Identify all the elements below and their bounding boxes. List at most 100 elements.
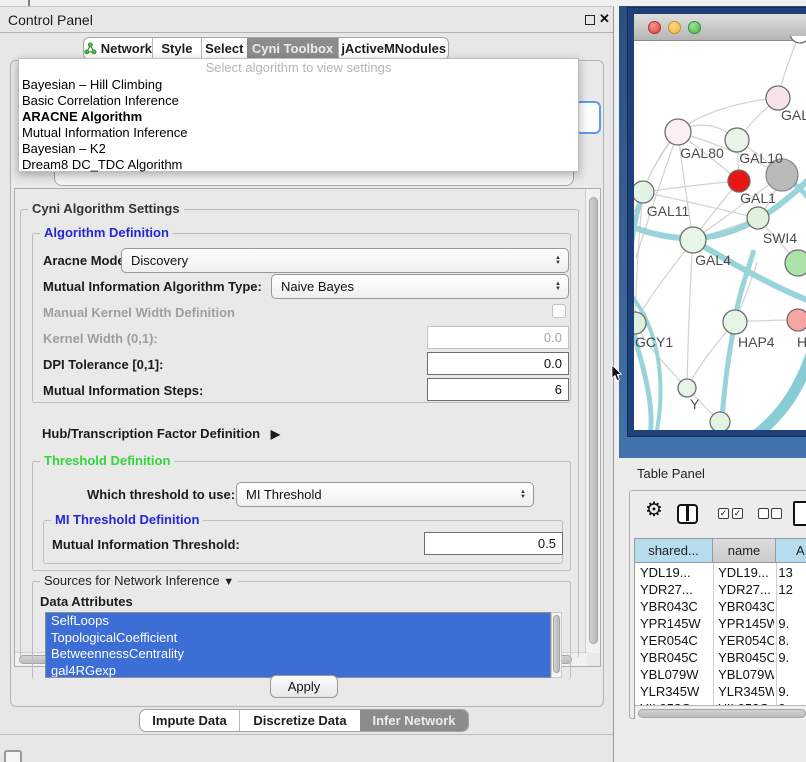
settings-scrollpane: Cyni Algorithm Settings Algorithm Defini… <box>14 188 601 667</box>
control-panel: Control Panel ✕ Network Style Select Cyn… <box>0 6 614 762</box>
scrollbar-thumb[interactable] <box>638 709 806 718</box>
algorithm-option[interactable]: Bayesian – K2 <box>19 141 578 157</box>
algorithm-option[interactable]: Basic Correlation Inference <box>19 93 578 109</box>
tab-jactivemnodules[interactable]: jActiveMNodules <box>338 38 448 59</box>
network-node[interactable] <box>678 379 696 397</box>
which-threshold-combo[interactable]: MI Threshold ▲▼ <box>236 482 534 507</box>
collapse-arrow-icon[interactable]: ▼ <box>223 576 234 588</box>
mi-threshold-label: Mutual Information Threshold: <box>52 537 240 552</box>
algorithm-option-selected[interactable]: ARACNE Algorithm <box>19 109 578 125</box>
table-row[interactable]: YDR27...YDR27...12 <box>635 581 806 598</box>
network-node[interactable] <box>728 170 750 192</box>
algorithm-option[interactable]: Dream8 DC_TDC Algorithm <box>19 157 578 173</box>
mi-threshold-field[interactable]: 0.5 <box>424 532 563 555</box>
minimize-window-button[interactable] <box>668 21 681 34</box>
tab-discretize-data[interactable]: Discretize Data <box>239 710 360 731</box>
control-panel-titlebar: Control Panel ✕ <box>0 7 613 33</box>
table-row[interactable]: YDL19...YDL19...13 <box>635 564 806 581</box>
node-label: Y <box>690 396 700 412</box>
combo-value: Naive Bayes <box>281 279 354 294</box>
zoom-window-button[interactable] <box>688 21 701 34</box>
tab-network[interactable]: Network <box>84 38 152 59</box>
kernel-width-label: Kernel Width (0,1): <box>43 331 158 346</box>
mi-steps-field[interactable]: 6 <box>427 378 569 401</box>
sources-group: Sources for Network Inference ▼ Data Att… <box>32 581 571 680</box>
threshold-definition-group: Threshold Definition Which threshold to … <box>32 461 571 571</box>
expand-arrow-icon[interactable]: ▶ <box>271 427 280 441</box>
select-all-icon-2[interactable]: ✓ <box>732 508 743 519</box>
network-node[interactable] <box>725 128 749 152</box>
table-row[interactable]: YBR043CYBR043C <box>635 598 806 615</box>
network-node[interactable] <box>710 412 730 430</box>
table-horizontal-scrollbar[interactable] <box>635 705 806 719</box>
column-header-shared[interactable]: shared... <box>635 539 713 563</box>
aracne-mode-combo[interactable]: Discovery ▲▼ <box>121 248 569 273</box>
column-header-a[interactable]: A <box>776 539 806 563</box>
table-row[interactable]: YER054CYER054C8. <box>635 632 806 649</box>
settings-vertical-scrollbar[interactable] <box>585 189 600 653</box>
network-canvas[interactable]: GAL80 GAL10 GAL11 GAL1 SWI4 GAL4 GCY1 HA… <box>634 36 806 430</box>
table-rows: YDL19...YDL19...13 YDR27...YDR27...12 YB… <box>635 564 806 710</box>
hub-definition-toggle[interactable]: Hub/Transcription Factor Definition ▶ <box>42 426 280 441</box>
close-window-button[interactable] <box>648 21 661 34</box>
deselect-all-icon-2[interactable] <box>771 508 782 519</box>
table-row[interactable]: YLR345WYLR345W9. <box>635 683 806 700</box>
algorithm-definition-group: Algorithm Definition Aracne Mode: Discov… <box>32 233 571 403</box>
node-label: HAP2 <box>797 334 806 350</box>
column-header-name[interactable]: name <box>713 539 776 563</box>
panel-bottom-divider <box>0 734 613 735</box>
combo-value: MI Threshold <box>246 487 322 502</box>
node-label: GCY1 <box>635 334 673 350</box>
list-vertical-scrollbar[interactable] <box>551 612 562 678</box>
manual-kernel-checkbox[interactable] <box>552 304 566 318</box>
mi-type-combo[interactable]: Naive Bayes ▲▼ <box>271 274 569 299</box>
close-icon[interactable]: ✕ <box>599 11 610 27</box>
columns-icon[interactable] <box>677 504 698 524</box>
deselect-all-icon[interactable] <box>758 508 769 519</box>
tab-impute-data[interactable]: Impute Data <box>140 710 239 731</box>
list-item[interactable]: TopologicalCoefficient <box>46 630 550 647</box>
tab-label: Discretize Data <box>253 713 346 728</box>
network-node[interactable] <box>785 250 806 276</box>
tab-cyni-toolbox[interactable]: Cyni Toolbox <box>247 38 339 59</box>
network-node[interactable] <box>723 310 747 334</box>
float-icon[interactable] <box>585 15 595 25</box>
document-icon[interactable] <box>793 501 806 526</box>
data-attributes-label: Data Attributes <box>40 594 133 609</box>
algorithm-option[interactable]: Bayesian – Hill Climbing <box>19 77 578 93</box>
node-table: shared... name A YDL19...YDL19...13 YDR2… <box>634 538 806 719</box>
table-row[interactable]: YBL079WYBL079W <box>635 666 806 683</box>
node-label: GAL <box>781 107 806 123</box>
data-attributes-list[interactable]: SelfLoops TopologicalCoefficient Between… <box>45 612 551 678</box>
apply-button[interactable]: Apply <box>270 675 338 698</box>
node-label: GAL80 <box>680 145 724 161</box>
network-node[interactable] <box>787 309 806 331</box>
table-row[interactable]: YBR045CYBR045C9. <box>635 649 806 666</box>
scrollbar-thumb[interactable] <box>589 197 598 644</box>
gear-icon[interactable]: ⚙ <box>645 500 663 520</box>
scrollbar-thumb[interactable] <box>553 615 560 673</box>
list-item[interactable]: BetweennessCentrality <box>46 646 550 663</box>
select-all-icon[interactable]: ✓ <box>718 508 729 519</box>
network-node[interactable] <box>747 207 769 229</box>
tab-style[interactable]: Style <box>152 38 201 59</box>
group-title: MI Threshold Definition <box>51 512 203 527</box>
table-row[interactable]: YPR145WYPR145W9. <box>635 615 806 632</box>
minimized-panel-icon[interactable] <box>4 750 22 762</box>
network-node[interactable] <box>665 119 691 145</box>
kernel-width-field[interactable]: 0.0 <box>427 326 569 349</box>
algorithm-option[interactable]: Mutual Information Inference <box>19 125 578 141</box>
list-item[interactable]: SelfLoops <box>46 613 550 630</box>
network-tab-icon <box>84 42 97 55</box>
mi-steps-label: Mutual Information Steps: <box>43 383 203 398</box>
network-node[interactable] <box>790 36 806 43</box>
network-node[interactable] <box>634 181 654 203</box>
tab-select[interactable]: Select <box>201 38 247 59</box>
tab-infer-network[interactable]: Infer Network <box>360 710 468 731</box>
network-node[interactable] <box>680 227 706 253</box>
hub-definition-label: Hub/Transcription Factor Definition <box>42 426 260 441</box>
top-edge-mark <box>28 0 30 6</box>
node-label: GAL11 <box>647 203 690 219</box>
manual-kernel-label: Manual Kernel Width Definition <box>43 305 235 320</box>
dpi-tolerance-field[interactable]: 0.0 <box>427 352 569 375</box>
